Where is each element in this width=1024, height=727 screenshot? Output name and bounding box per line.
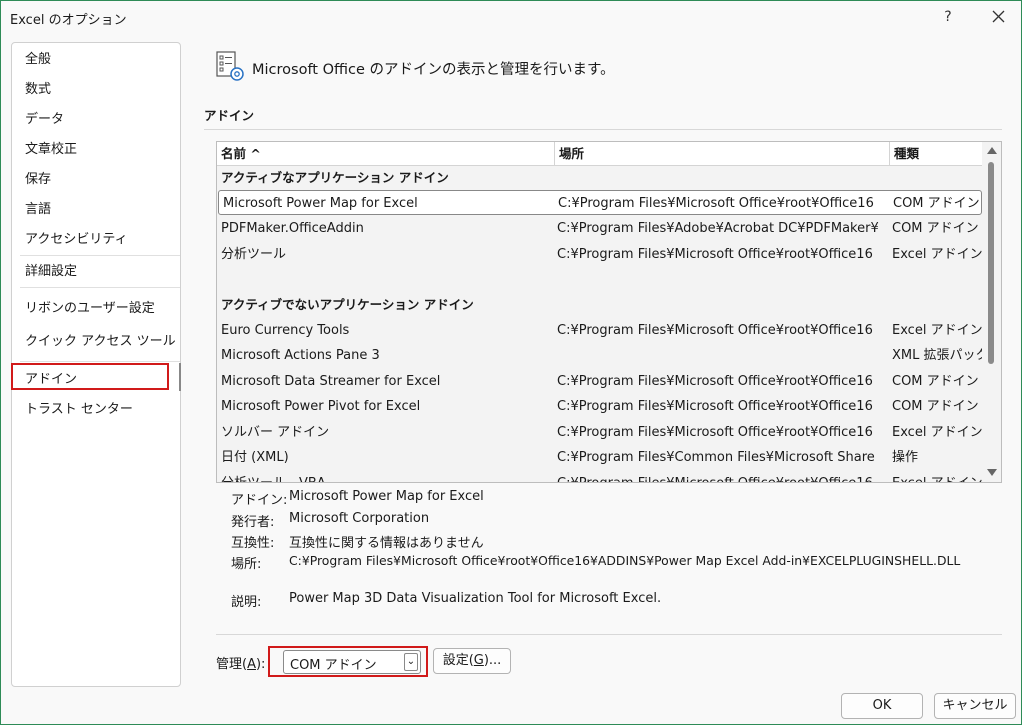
sidebar-item-data[interactable]: データ <box>12 105 180 135</box>
sidebar-divider <box>20 287 180 288</box>
column-header-location[interactable]: 場所 <box>555 142 890 165</box>
addin-location: C:¥Program Files¥Adobe¥Acrobat DC¥PDFMak… <box>557 221 879 236</box>
group-header-active: アクティブなアプリケーション アドイン <box>217 165 982 190</box>
detail-desc-value: Power Map 3D Data Visualization Tool for… <box>289 591 662 606</box>
table-row[interactable]: Microsoft Power Map for Excel C:¥Program… <box>218 190 982 215</box>
detail-location-label: 場所: <box>231 557 262 572</box>
settings-button[interactable]: 設定(G)... <box>433 648 511 674</box>
bottom-divider <box>216 634 1002 635</box>
column-header-name[interactable]: 名前 ^ <box>217 142 555 165</box>
detail-compat-value: 互換性に関する情報はありません <box>289 536 484 551</box>
table-row[interactable]: 分析ツール - VBA C:¥Program Files¥Microsoft O… <box>217 471 982 482</box>
sidebar-item-customize-ribbon[interactable]: リボンのユーザー設定 <box>12 294 180 324</box>
addin-type: COM アドイン <box>893 196 980 211</box>
addin-name: 日付 (XML) <box>221 450 289 465</box>
detail-publisher-value: Microsoft Corporation <box>289 511 430 526</box>
sidebar-item-advanced[interactable]: 詳細設定 <box>12 257 180 287</box>
addin-name: ソルバー アドイン <box>221 425 330 440</box>
cancel-button[interactable]: キャンセル <box>934 693 1016 719</box>
vertical-scrollbar[interactable] <box>982 142 1001 482</box>
addin-name: 分析ツール <box>221 247 287 262</box>
addin-location: C:¥Program Files¥Microsoft Office¥root¥O… <box>557 374 873 389</box>
addin-location: C:¥Program Files¥Microsoft Office¥root¥O… <box>557 399 873 414</box>
addin-type: COM アドイン <box>892 399 979 414</box>
close-button[interactable] <box>987 5 1009 29</box>
scroll-thumb[interactable] <box>988 162 994 364</box>
detail-addin-label: アドイン: <box>231 493 288 508</box>
addin-location: C:¥Program Files¥Microsoft Office¥root¥O… <box>557 247 873 262</box>
addin-type: 操作 <box>892 450 919 465</box>
table-row[interactable]: Euro Currency Tools C:¥Program Files¥Mic… <box>217 318 982 343</box>
addins-highlight-box <box>11 363 169 390</box>
sidebar-item-language[interactable]: 言語 <box>12 195 180 225</box>
detail-compat-label: 互換性: <box>231 536 275 551</box>
addin-name: Euro Currency Tools <box>221 323 350 338</box>
addin-name: 分析ツール - VBA <box>221 471 551 482</box>
manage-label: 管理(A): <box>216 657 266 672</box>
column-header-type[interactable]: 種類 <box>890 142 982 165</box>
addin-location: C:¥Program Files¥Microsoft Office¥root¥O… <box>557 425 873 440</box>
title-bar: Excel のオプション ? <box>1 1 1021 35</box>
sidebar-divider <box>20 255 180 256</box>
sidebar-item-proofing[interactable]: 文章校正 <box>12 135 180 165</box>
window-title: Excel のオプション <box>10 13 127 28</box>
detail-location-value: C:¥Program Files¥Microsoft Office¥root¥O… <box>289 553 961 568</box>
page-title: Microsoft Office のアドインの表示と管理を行います。 <box>252 62 615 78</box>
scroll-up-icon[interactable] <box>987 147 997 154</box>
detail-addin-value: Microsoft Power Map for Excel <box>289 489 484 504</box>
addin-type: Excel アドイン <box>892 425 982 440</box>
sidebar-item-general[interactable]: 全般 <box>12 45 180 75</box>
addin-name: Microsoft Actions Pane 3 <box>221 348 380 363</box>
sidebar-item-trust-center[interactable]: トラスト センター <box>12 395 180 425</box>
table-row[interactable]: ソルバー アドイン C:¥Program Files¥Microsoft Off… <box>217 420 982 445</box>
ok-button[interactable]: OK <box>841 693 923 719</box>
addin-name: Microsoft Data Streamer for Excel <box>221 374 441 389</box>
section-title: アドイン <box>204 108 255 123</box>
excel-options-dialog: Excel のオプション ? 全般 数式 データ 文章校正 保存 言語 アクセシ… <box>0 0 1022 725</box>
scroll-down-icon[interactable] <box>987 469 997 476</box>
addin-type: XML 拡張パック <box>892 348 982 363</box>
addin-name: Microsoft Power Pivot for Excel <box>221 399 421 414</box>
sidebar-item-quick-access-toolbar[interactable]: クイック アクセス ツール バー <box>12 327 180 379</box>
addins-manage-icon <box>216 51 246 83</box>
table-row[interactable]: Microsoft Data Streamer for Excel C:¥Pro… <box>217 369 982 394</box>
addin-location: C:¥Program Files¥Microsoft Office¥root¥O… <box>557 471 887 482</box>
sidebar-divider <box>20 361 180 362</box>
table-row[interactable]: PDFMaker.OfficeAddin C:¥Program Files¥Ad… <box>217 216 982 241</box>
table-row[interactable]: 日付 (XML) C:¥Program Files¥Common Files¥M… <box>217 445 982 470</box>
sidebar-item-accessibility[interactable]: アクセシビリティ <box>12 225 180 255</box>
group-title: アクティブなアプリケーション アドイン <box>221 170 449 185</box>
table-row[interactable]: 分析ツール C:¥Program Files¥Microsoft Office¥… <box>217 242 982 267</box>
sidebar-item-formulas[interactable]: 数式 <box>12 75 180 105</box>
addin-name: PDFMaker.OfficeAddin <box>221 221 364 236</box>
addin-location: C:¥Program Files¥Microsoft Office¥root¥O… <box>557 323 873 338</box>
group-title: アクティブでないアプリケーション アドイン <box>221 297 474 312</box>
addin-type: COM アドイン <box>892 221 979 236</box>
addin-type: Excel アドイン <box>892 471 982 482</box>
help-button[interactable]: ? <box>937 5 959 29</box>
manage-highlight-box <box>268 646 428 677</box>
addins-list[interactable]: 名前 ^ 場所 種類 アクティブなアプリケーション アドイン Microsoft… <box>216 141 1002 483</box>
sidebar-item-save[interactable]: 保存 <box>12 165 180 195</box>
addin-name: Microsoft Power Map for Excel <box>223 196 418 211</box>
addin-type: COM アドイン <box>892 374 979 389</box>
addin-type: Excel アドイン <box>892 247 982 262</box>
list-header: 名前 ^ 場所 種類 <box>217 142 982 166</box>
section-divider <box>204 129 1002 130</box>
addin-location: C:¥Program Files¥Microsoft Office¥root¥O… <box>558 196 874 211</box>
group-header-inactive: アクティブでないアプリケーション アドイン <box>217 292 982 317</box>
selected-indicator <box>179 363 181 391</box>
close-icon <box>992 10 1004 23</box>
detail-desc-label: 説明: <box>231 595 262 610</box>
detail-publisher-label: 発行者: <box>231 515 275 530</box>
table-row[interactable]: Microsoft Power Pivot for Excel C:¥Progr… <box>217 394 982 419</box>
addin-location: C:¥Program Files¥Common Files¥Microsoft … <box>557 450 875 465</box>
addin-type: Excel アドイン <box>892 323 982 338</box>
table-row[interactable]: Microsoft Actions Pane 3 XML 拡張パック <box>217 343 982 368</box>
